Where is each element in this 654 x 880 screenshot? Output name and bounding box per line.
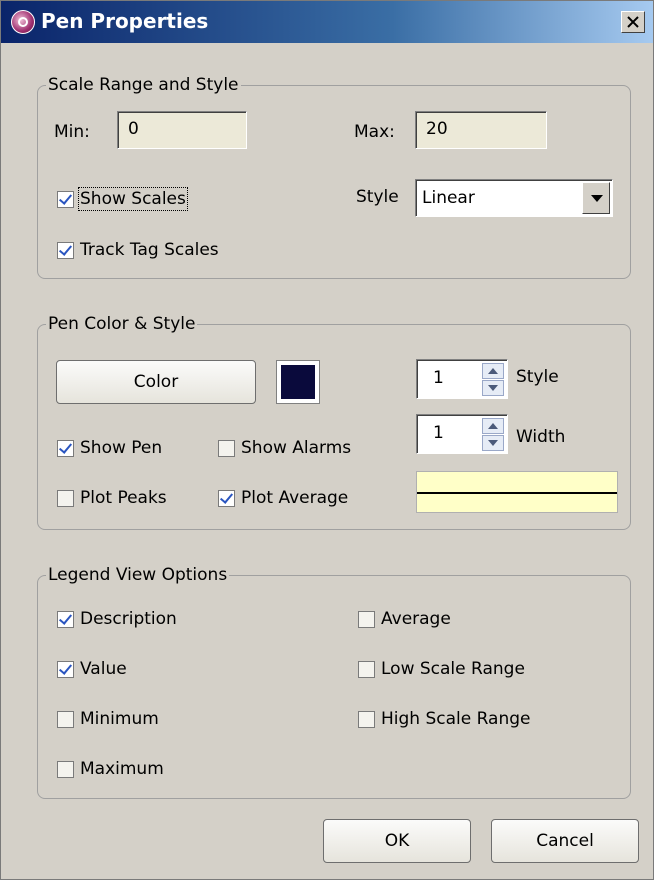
cancel-button[interactable]: Cancel — [491, 819, 639, 863]
style-spinner[interactable]: 1 — [416, 359, 508, 399]
plot-average-label: Plot Average — [241, 488, 349, 508]
spin-up-icon[interactable] — [482, 418, 504, 434]
checkbox-box[interactable] — [358, 610, 375, 628]
legend-description-checkbox[interactable]: Description — [57, 608, 177, 630]
line-style-preview — [416, 471, 618, 513]
line-preview-stroke — [417, 492, 617, 494]
width-spinner[interactable]: 1 — [416, 414, 508, 454]
legend-low-scale-range-label: Low Scale Range — [381, 659, 525, 679]
show-pen-label: Show Pen — [80, 438, 163, 458]
scale-style-dropdown[interactable]: Linear — [415, 179, 613, 217]
ok-button[interactable]: OK — [323, 819, 471, 863]
color-swatch-fill — [281, 365, 315, 399]
legend-minimum-checkbox[interactable]: Minimum — [57, 708, 159, 730]
legend-average-label: Average — [381, 609, 451, 629]
checkbox-box[interactable] — [218, 489, 235, 507]
legend-high-scale-range-label: High Scale Range — [381, 709, 531, 729]
scale-range-group-title: Scale Range and Style — [46, 75, 241, 95]
checkbox-box[interactable] — [57, 610, 74, 628]
window-title: Pen Properties — [41, 9, 209, 33]
checkbox-box[interactable] — [57, 190, 74, 208]
chevron-down-icon[interactable] — [582, 182, 610, 214]
checkbox-box[interactable] — [358, 710, 375, 728]
legend-maximum-checkbox[interactable]: Maximum — [57, 758, 164, 780]
checkbox-box[interactable] — [57, 710, 74, 728]
checkbox-box[interactable] — [57, 660, 74, 678]
plot-peaks-checkbox[interactable]: Plot Peaks — [57, 487, 167, 509]
legend-value-label: Value — [80, 659, 127, 679]
app-icon — [11, 10, 35, 34]
spin-down-icon[interactable] — [482, 435, 504, 451]
show-alarms-checkbox[interactable]: Show Alarms — [218, 437, 351, 459]
show-scales-checkbox[interactable]: Show Scales — [57, 187, 188, 211]
width-label: Width — [516, 427, 566, 447]
color-swatch — [276, 360, 320, 404]
checkbox-box[interactable] — [57, 439, 74, 457]
checkbox-box[interactable] — [57, 241, 74, 259]
min-input[interactable]: 0 — [117, 111, 247, 149]
legend-maximum-label: Maximum — [80, 759, 164, 779]
checkbox-box[interactable] — [57, 760, 74, 778]
close-icon — [627, 16, 639, 28]
legend-description-label: Description — [80, 609, 177, 629]
pen-color-style-group-title: Pen Color & Style — [46, 314, 198, 334]
max-label: Max: — [354, 122, 395, 142]
pen-style-label: Style — [516, 367, 559, 387]
legend-average-checkbox[interactable]: Average — [358, 608, 451, 630]
close-button[interactable] — [621, 11, 645, 33]
legend-view-options-group-title: Legend View Options — [46, 565, 230, 585]
max-input[interactable]: 20 — [415, 111, 547, 149]
color-button[interactable]: Color — [56, 360, 256, 404]
scale-style-value: Linear — [422, 188, 475, 208]
track-tag-scales-label: Track Tag Scales — [80, 240, 219, 260]
title-bar[interactable]: Pen Properties — [1, 1, 653, 43]
width-spinner-value: 1 — [433, 423, 444, 443]
show-alarms-label: Show Alarms — [241, 438, 352, 458]
checkbox-box[interactable] — [57, 489, 74, 507]
show-pen-checkbox[interactable]: Show Pen — [57, 437, 162, 459]
spin-down-icon[interactable] — [482, 380, 504, 396]
show-scales-label: Show Scales — [78, 187, 188, 211]
legend-value-checkbox[interactable]: Value — [57, 658, 127, 680]
checkbox-box[interactable] — [218, 439, 235, 457]
scale-style-label: Style — [356, 187, 399, 207]
track-tag-scales-checkbox[interactable]: Track Tag Scales — [57, 239, 219, 261]
min-label: Min: — [54, 122, 90, 142]
plot-average-checkbox[interactable]: Plot Average — [218, 487, 348, 509]
legend-low-scale-range-checkbox[interactable]: Low Scale Range — [358, 658, 525, 680]
checkbox-box[interactable] — [358, 660, 375, 678]
legend-high-scale-range-checkbox[interactable]: High Scale Range — [358, 708, 531, 730]
plot-peaks-label: Plot Peaks — [80, 488, 167, 508]
legend-minimum-label: Minimum — [80, 709, 159, 729]
spin-up-icon[interactable] — [482, 363, 504, 379]
pen-properties-dialog: Pen Properties Scale Range and Style Min… — [0, 0, 654, 880]
style-spinner-value: 1 — [433, 368, 444, 388]
